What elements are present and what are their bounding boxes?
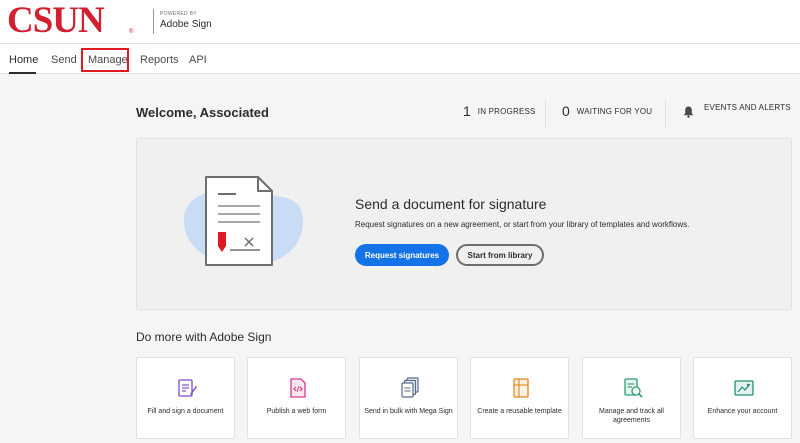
card-label: Manage and track all agreements bbox=[599, 408, 664, 424]
card-mega-sign[interactable]: Send in bulk with Mega Sign bbox=[359, 357, 458, 439]
manage-highlight-box bbox=[81, 48, 129, 72]
manage-track-icon bbox=[624, 378, 643, 398]
card-label: Send in bulk with Mega Sign bbox=[364, 408, 453, 415]
product-name: Adobe Sign bbox=[160, 19, 212, 30]
hero-subtitle: Request signatures on a new agreement, o… bbox=[355, 220, 690, 229]
card-template[interactable]: Create a reusable template bbox=[470, 357, 569, 439]
registered-mark: ® bbox=[129, 29, 134, 35]
do-more-heading: Do more with Adobe Sign bbox=[136, 330, 272, 344]
card-label: Create a reusable template bbox=[477, 408, 562, 415]
card-enhance-account[interactable]: Enhance your account bbox=[693, 357, 792, 439]
logo-divider bbox=[153, 9, 154, 34]
card-fill-sign[interactable]: Fill and sign a document bbox=[136, 357, 235, 439]
stat-divider bbox=[545, 98, 546, 128]
waiting-label: WAITING FOR YOU bbox=[576, 106, 653, 116]
document-signature-illustration bbox=[183, 176, 304, 267]
card-label: Enhance your account bbox=[707, 408, 778, 415]
fill-sign-icon bbox=[178, 379, 197, 397]
card-label: Publish a web form bbox=[266, 408, 327, 415]
in-progress-stat[interactable]: 1 IN PROGRESS bbox=[463, 103, 536, 119]
nav-api[interactable]: API bbox=[189, 54, 207, 66]
events-alerts-link[interactable]: EVENTS AND ALERTS bbox=[704, 103, 791, 112]
bell-icon bbox=[683, 106, 694, 118]
card-manage-track[interactable]: Manage and track all agreements bbox=[582, 357, 681, 439]
nav-reports[interactable]: Reports bbox=[140, 54, 179, 66]
powered-by-label: POWERED BY bbox=[160, 11, 197, 17]
enhance-account-icon bbox=[734, 380, 754, 396]
events-alerts-label: EVENTS AND ALERTS bbox=[704, 103, 791, 112]
web-form-icon bbox=[290, 378, 306, 398]
nav-home[interactable]: Home bbox=[9, 54, 38, 66]
welcome-heading: Welcome, Associated bbox=[136, 105, 269, 120]
nav-send[interactable]: Send bbox=[51, 54, 77, 66]
waiting-count: 0 bbox=[562, 103, 570, 119]
start-from-library-button[interactable]: Start from library bbox=[456, 244, 544, 266]
top-bar: CSUN ® POWERED BY Adobe Sign bbox=[0, 0, 800, 44]
request-signatures-button[interactable]: Request signatures bbox=[355, 244, 449, 266]
card-web-form[interactable]: Publish a web form bbox=[247, 357, 346, 439]
in-progress-label: IN PROGRESS bbox=[477, 106, 536, 116]
card-label: Fill and sign a document bbox=[147, 408, 224, 415]
csun-logo[interactable]: CSUN bbox=[7, 1, 105, 41]
waiting-stat[interactable]: 0 WAITING FOR YOU bbox=[562, 103, 652, 119]
mega-sign-icon bbox=[401, 377, 419, 398]
in-progress-count: 1 bbox=[463, 103, 471, 119]
template-icon bbox=[513, 378, 529, 398]
nav-active-indicator bbox=[9, 72, 36, 74]
stat-divider bbox=[665, 98, 666, 128]
hero-title: Send a document for signature bbox=[355, 196, 547, 212]
